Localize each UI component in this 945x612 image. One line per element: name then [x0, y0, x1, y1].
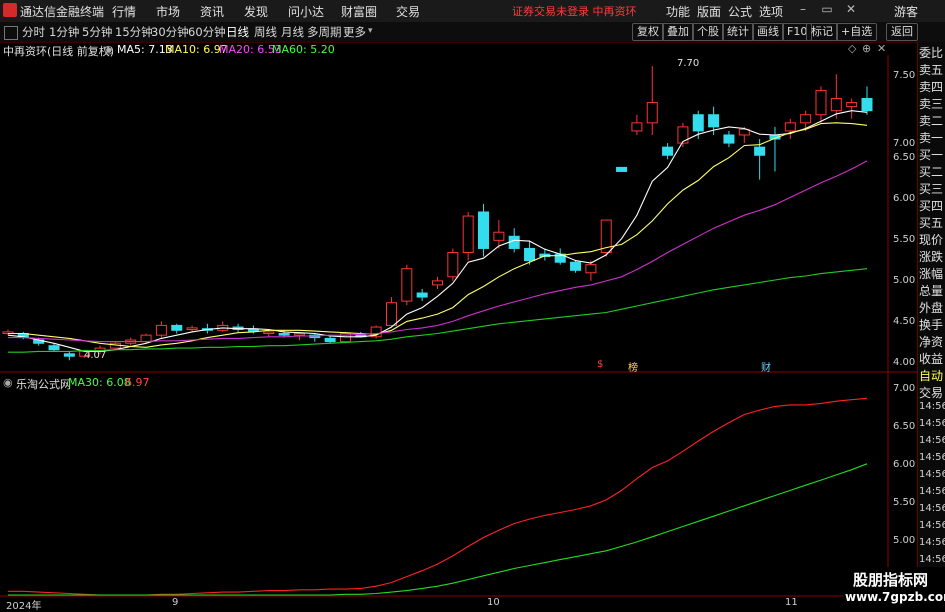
- candle[interactable]: [846, 98, 858, 119]
- sub-y-tick: 6.00: [893, 459, 916, 470]
- side-panel-label: 交易: [919, 386, 944, 400]
- event-marker[interactable]: $: [597, 359, 603, 370]
- ma-line-ma5: [7, 110, 868, 352]
- y-tick: 7.00: [893, 138, 916, 149]
- side-panel-label: 14:56: [919, 554, 945, 565]
- side-panel-label: 14:56: [919, 435, 945, 446]
- side-panel-label: 卖一: [919, 131, 944, 145]
- side-panel-label: 换手: [919, 318, 944, 332]
- side-panel-label: 买一: [919, 148, 944, 162]
- side-panel-label: 14:56: [919, 520, 945, 531]
- candle[interactable]: [339, 331, 351, 344]
- y-tick: 5.00: [893, 275, 916, 286]
- side-panel-label: 委比: [919, 46, 944, 60]
- sub-y-tick: 7.00: [893, 383, 916, 394]
- candle[interactable]: [585, 260, 597, 281]
- side-panel-label: 现价: [919, 233, 944, 247]
- ma-line-ma10: [8, 122, 868, 348]
- y-tick: 5.50: [893, 234, 916, 245]
- candle[interactable]: [462, 211, 474, 261]
- side-panel-label: 14:56: [919, 469, 945, 480]
- candle[interactable]: [155, 321, 167, 338]
- candle[interactable]: [385, 297, 397, 328]
- watermark: 股朋指标网 www.7gpzb.com: [843, 567, 945, 609]
- candle[interactable]: [432, 276, 443, 289]
- candle[interactable]: [616, 166, 628, 172]
- y-tick: 4.50: [893, 316, 916, 327]
- sub-line-0: [8, 397, 868, 596]
- candle[interactable]: [646, 66, 658, 135]
- candle[interactable]: [570, 260, 582, 273]
- sub-y-tick: 6.50: [893, 421, 916, 432]
- x-tick: 11: [785, 597, 798, 608]
- side-panel-label: 14:56: [919, 452, 945, 463]
- side-panel-label: 卖三: [919, 97, 944, 111]
- candle[interactable]: [416, 288, 428, 302]
- x-tick: 9: [172, 597, 179, 608]
- side-panel-label: 外盘: [919, 301, 944, 315]
- side-panel-label: 卖五: [919, 63, 944, 77]
- y-tick: 4.00: [893, 357, 916, 368]
- side-panel-label: 14:56: [919, 418, 945, 429]
- side-panel-label: 买五: [919, 216, 944, 230]
- candle[interactable]: [63, 351, 75, 361]
- side-panel-label: 卖二: [919, 114, 944, 128]
- side-panel-label: 14:56: [919, 503, 945, 514]
- side-panel-label: 14:56: [919, 401, 945, 412]
- side-panel-label: 买四: [919, 199, 944, 213]
- max-price-label: 7.70: [677, 58, 700, 69]
- side-panel-label: 净资: [919, 335, 944, 349]
- candle[interactable]: [815, 86, 827, 123]
- candle[interactable]: [662, 143, 674, 160]
- candle[interactable]: [370, 325, 382, 339]
- side-panel-label: 卖四: [919, 80, 944, 94]
- candle[interactable]: [478, 203, 490, 257]
- x-tick: 2024年: [6, 601, 42, 612]
- sub-line-1: [8, 463, 868, 596]
- candle[interactable]: [830, 74, 842, 119]
- candle[interactable]: [677, 122, 689, 148]
- side-panel-label: 14:56: [919, 537, 945, 548]
- min-price-label: 4.07: [84, 350, 107, 361]
- sub-y-tick: 5.00: [893, 535, 916, 546]
- watermark-title: 股朋指标网: [853, 571, 929, 589]
- y-tick: 7.50: [893, 70, 916, 81]
- y-tick: 6.00: [893, 193, 916, 204]
- y-tick: 6.50: [893, 152, 916, 163]
- candle[interactable]: [631, 114, 643, 135]
- candle[interactable]: [171, 323, 183, 334]
- event-marker[interactable]: 榜: [628, 359, 638, 374]
- candle[interactable]: [232, 323, 244, 332]
- watermark-url: www.7gpzb.com: [845, 590, 945, 604]
- candle[interactable]: [861, 86, 873, 115]
- candle[interactable]: [784, 118, 796, 140]
- side-panel-label: 自动: [919, 369, 944, 383]
- candle[interactable]: [723, 130, 735, 148]
- candle[interactable]: [769, 126, 781, 172]
- candle[interactable]: [217, 321, 229, 332]
- side-panel-label: 涨跌: [919, 250, 944, 264]
- candle[interactable]: [447, 248, 459, 281]
- side-panel-label: 收益: [919, 352, 944, 366]
- candle[interactable]: [554, 248, 566, 265]
- x-tick: 10: [487, 597, 500, 608]
- side-panel-label: 买二: [919, 165, 944, 179]
- price-chart[interactable]: [0, 0, 945, 609]
- candle[interactable]: [2, 329, 14, 336]
- side-panel-label: 涨幅: [919, 267, 944, 281]
- candle[interactable]: [309, 333, 321, 342]
- sub-y-tick: 5.50: [893, 497, 916, 508]
- side-panel-label: 总量: [919, 284, 944, 298]
- candle[interactable]: [401, 264, 413, 306]
- side-panel-label: 买三: [919, 182, 944, 196]
- side-panel-label: 14:56: [919, 486, 945, 497]
- event-marker[interactable]: 财: [761, 359, 771, 374]
